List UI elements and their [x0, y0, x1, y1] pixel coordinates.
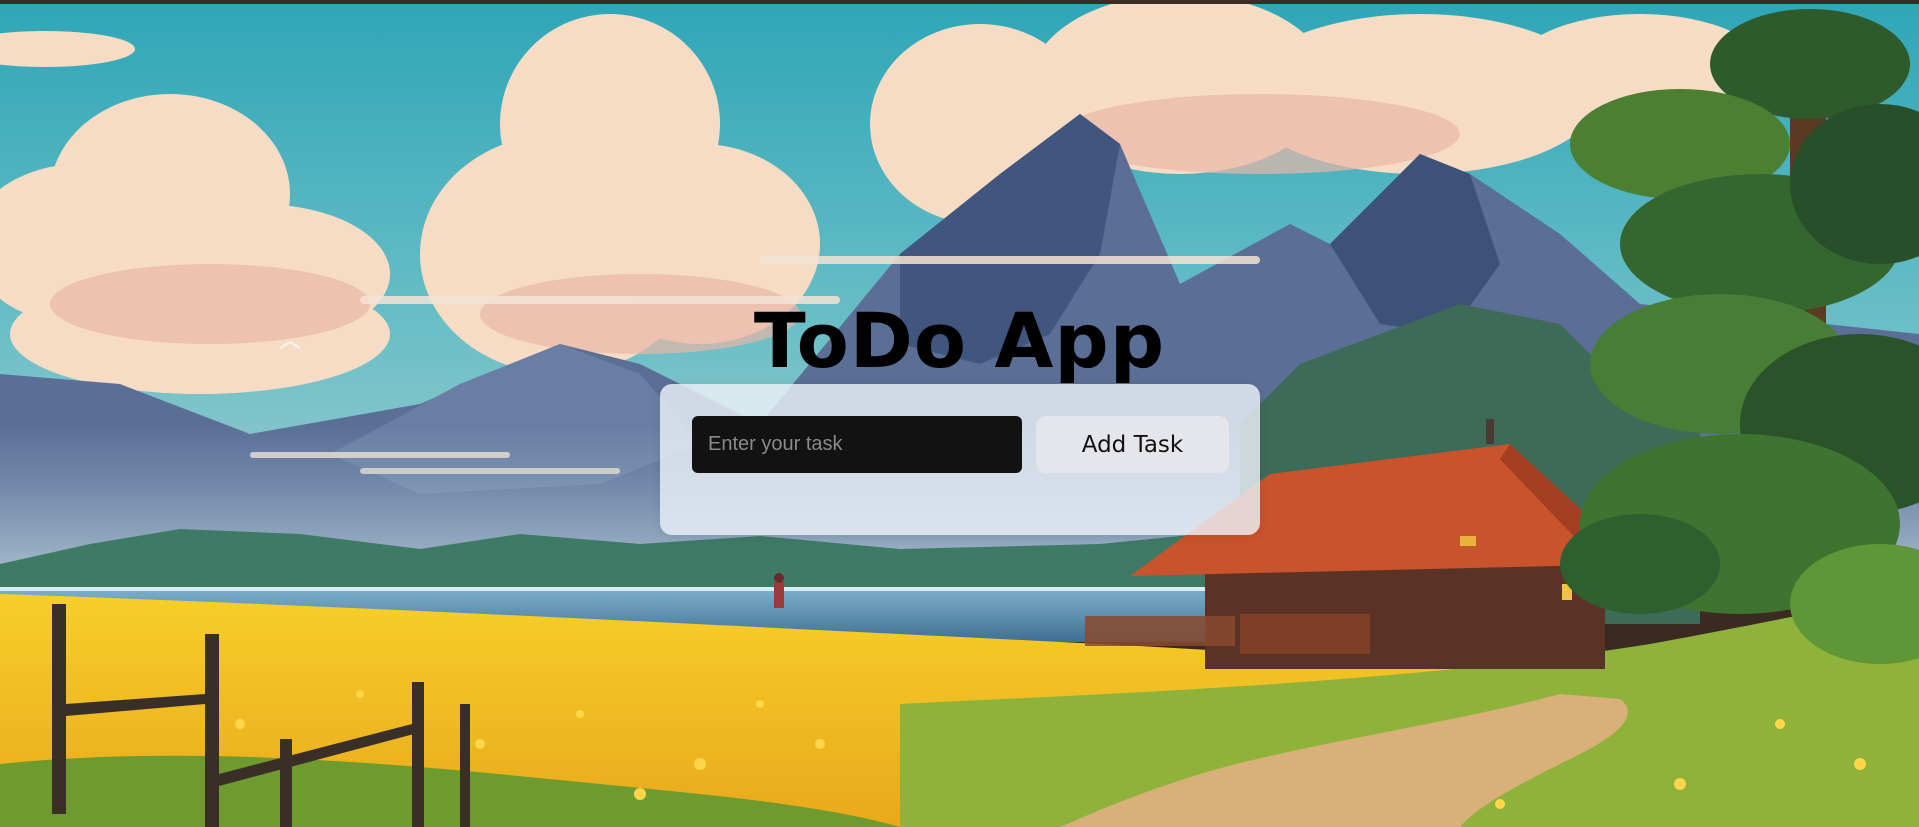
- task-input[interactable]: [692, 416, 1022, 473]
- app-title: ToDo App: [753, 296, 1166, 385]
- task-form-card: Add Task: [660, 384, 1260, 535]
- add-task-button[interactable]: Add Task: [1036, 416, 1229, 473]
